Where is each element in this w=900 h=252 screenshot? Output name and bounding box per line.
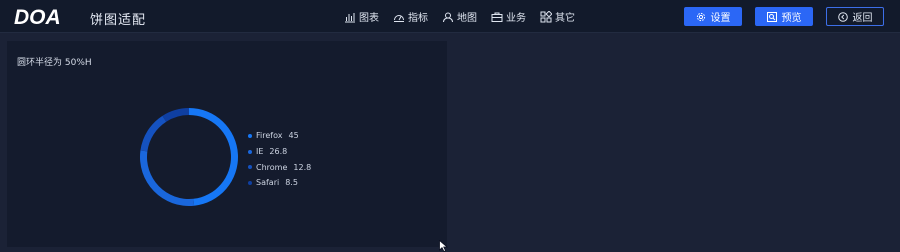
donut-slice-safari[interactable] [162, 108, 189, 122]
chart-legend: Firefox 45 IE 26.8 Chrome 12.8 Safari 8.5 [248, 128, 311, 191]
gear-icon [696, 12, 705, 21]
nav-label: 地图 [457, 13, 477, 24]
nav-label: 图表 [359, 13, 379, 24]
top-bar: DOA 饼图适配 图表 指标 地图 业务 其它 设置 预览 返回 [0, 0, 900, 33]
main-nav: 图表 指标 地图 业务 其它 [344, 9, 575, 24]
back-arrow-icon [837, 11, 848, 22]
nav-label: 业务 [506, 13, 526, 24]
legend-dot-icon [248, 149, 252, 154]
donut-slice-chrome[interactable] [140, 115, 167, 152]
preview-button[interactable]: 预览 [755, 7, 813, 26]
bar-chart-icon [345, 12, 355, 22]
gauge-icon [394, 14, 404, 22]
app-title: 饼图适配 [90, 13, 147, 28]
nav-label: 指标 [408, 13, 428, 24]
map-pin-icon [443, 12, 453, 22]
legend-label: Firefox [256, 131, 283, 141]
nav-item-business[interactable]: 业务 [491, 9, 526, 24]
legend-label: Chrome [256, 162, 288, 172]
legend-item-firefox[interactable]: Firefox 45 [248, 128, 311, 144]
legend-item-safari[interactable]: Safari 8.5 [248, 175, 311, 191]
preview-icon [766, 11, 777, 22]
donut-slice-ie[interactable] [140, 150, 195, 206]
legend-item-ie[interactable]: IE 26.8 [248, 144, 311, 160]
settings-button-label: 设置 [710, 13, 731, 24]
chart-panel[interactable]: 圆环半径为 50%H Firefox 45 IE 26.8 Chrome 12.8 Safa… [7, 41, 447, 247]
nav-item-metrics[interactable]: 指标 [393, 9, 428, 24]
legend-value: 8.5 [285, 178, 298, 188]
legend-label: Safari [256, 178, 280, 188]
doa-logo[interactable]: DOA [14, 6, 74, 28]
legend-value: 12.8 [293, 162, 312, 172]
preview-button-label: 预览 [781, 13, 802, 24]
panel-title: 圆环半径为 50%H [17, 58, 92, 68]
donut-chart[interactable] [139, 107, 239, 207]
back-button-label: 返回 [852, 13, 873, 24]
briefcase-icon [491, 12, 503, 22]
legend-value: 26.8 [269, 147, 288, 157]
apps-icon [540, 10, 552, 22]
back-button[interactable]: 返回 [826, 7, 884, 26]
legend-dot-icon [248, 133, 252, 138]
logo-text: DOA [14, 6, 61, 28]
legend-dot-icon [248, 180, 252, 185]
legend-dot-icon [248, 165, 252, 170]
nav-label: 其它 [555, 13, 575, 24]
nav-item-map[interactable]: 地图 [442, 9, 477, 24]
nav-item-other[interactable]: 其它 [540, 9, 575, 24]
donut-slice-firefox[interactable] [189, 108, 238, 206]
mouse-cursor-icon [439, 240, 448, 252]
legend-value: 45 [288, 131, 299, 141]
legend-item-chrome[interactable]: Chrome 12.8 [248, 159, 311, 175]
settings-button[interactable]: 设置 [684, 7, 742, 26]
legend-label: IE [256, 147, 264, 157]
nav-item-charts[interactable]: 图表 [344, 9, 379, 24]
